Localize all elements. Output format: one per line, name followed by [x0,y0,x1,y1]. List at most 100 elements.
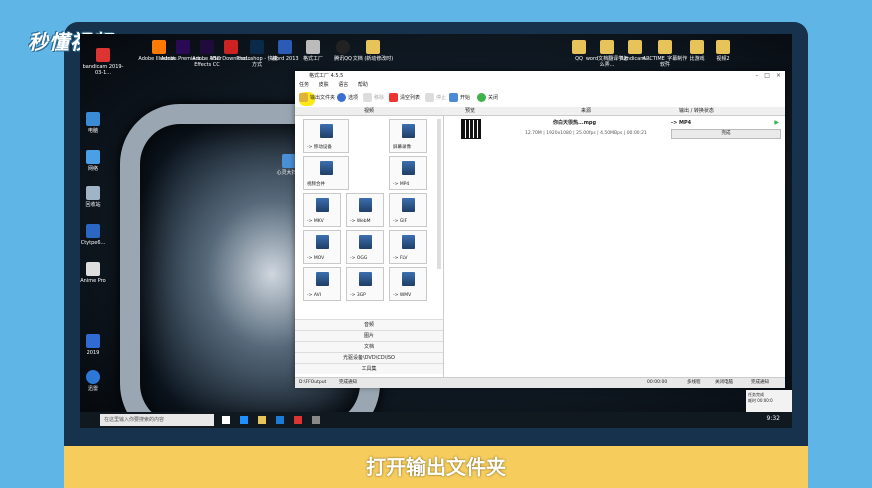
tile-avi[interactable]: -> AVI [303,267,341,301]
tile-merge[interactable]: 视频合并 [303,156,349,190]
store-icon[interactable] [276,416,284,424]
taskbar: 在这里输入你要搜索的内容 9:32 [80,412,792,428]
task-row[interactable]: 你白天很热...mpg 12.70M | 1920x1080 | 25.00fp… [443,117,785,143]
video-file-icon [282,154,296,168]
format-factory-task-icon[interactable] [312,416,320,424]
category-disc[interactable]: 光驱设备\DVD\CD\ISO [295,352,443,363]
explorer-icon[interactable] [258,416,266,424]
desktop-icon-ctype[interactable]: Ctytpe6... [80,224,116,246]
notify-checkbox[interactable]: 完成通知 [339,378,357,388]
avi-icon [316,272,329,286]
task-list-panel: 预览 来源 输出 / 转换状态 你白天很热...mpg 12.70M | 192… [443,107,785,377]
desktop-icon-network[interactable]: 网络 [80,150,116,172]
menu-language[interactable]: 语言 [338,82,348,88]
mobile-device-icon [320,124,333,138]
file-meta: 12.70M | 1920x1080 | 25.00fps | 4.50MBps… [525,131,647,136]
format-factory-icon [306,40,320,54]
tile-webm[interactable]: -> WebM [346,193,384,227]
remove-icon [363,93,372,102]
3gp-icon [359,272,372,286]
clock[interactable]: 9:32 [767,415,780,422]
stop-icon [425,93,434,102]
desktop-icon-anime[interactable]: Anime Pro [80,262,116,284]
stop-button[interactable]: 停止 [425,92,446,104]
output-path[interactable]: D:\FFOutput [299,378,326,388]
tile-mp4[interactable]: -> MP4 [389,156,427,190]
menu-skin[interactable]: 皮肤 [319,82,329,88]
play-icon[interactable]: ▶ [774,119,779,126]
folder-icon [299,93,308,102]
menu-task[interactable]: 任务 [299,82,309,88]
desktop-icon-r5[interactable]: 视频2 [700,40,746,62]
multithread-checkbox[interactable]: 多线程 [687,378,701,388]
status-completed: 完成 [671,129,781,139]
app-icon [86,224,100,238]
options-button[interactable]: 选项 [337,92,358,104]
start-icon [449,93,458,102]
desktop-icon-thunder[interactable]: 迅雷 [80,370,116,392]
film-strip-icon [461,119,481,139]
remove-button[interactable]: 移除 [363,92,384,104]
window-controls: – □ × [749,71,781,81]
window-title-bar: 格式工厂 4.5.5 – □ × [295,71,785,81]
menu-help[interactable]: 帮助 [358,82,368,88]
flv-icon [402,235,415,249]
tile-gif[interactable]: -> GIF [389,193,427,227]
close-button[interactable]: × [776,72,781,79]
desktop-icon-bandicam[interactable]: bandicam 2019-03-1... [80,48,126,76]
thunder-icon [86,370,100,384]
webm-icon [359,198,372,212]
shutdown-icon [477,93,486,102]
edge-icon[interactable] [240,416,248,424]
record-icon [402,124,415,138]
tile-3gp[interactable]: -> 3GP [346,267,384,301]
output-folder-button[interactable]: 输出文件夹 [299,92,335,106]
folder-icon [716,40,730,54]
desktop-icon-2019[interactable]: 2019 [80,334,116,356]
bandicam-icon [96,48,110,62]
minimize-button[interactable]: – [755,72,758,79]
clear-list-button[interactable]: 清空列表 [389,92,420,104]
category-image[interactable]: 图片 [295,330,443,341]
qq-icon [336,40,350,54]
tile-ogg[interactable]: -> OGG [346,230,384,264]
desktop-screen: bandicam 2019-03-1... 电脑 网络 回收站 Ctytpe6.… [80,34,792,428]
wmv-icon [402,272,415,286]
shutdown-after-checkbox[interactable]: 关闭电脑 [715,378,733,388]
column-output: 输出 / 转换状态 [679,108,714,114]
mkv-icon [316,198,329,212]
tile-mov[interactable]: -> MOV [303,230,341,264]
category-document[interactable]: 文档 [295,341,443,352]
category-tools[interactable]: 工具集 [295,363,443,374]
task-list-header: 预览 来源 输出 / 转换状态 [443,107,785,116]
mp4-icon [402,161,415,175]
maximize-button[interactable]: □ [764,72,770,79]
status-bar: D:\FFOutput 完成通知 00:00:00 多线程 关闭电脑 完成通知 [295,377,785,388]
notification-toast[interactable]: 任务完成 耗时 00:00:0 [746,390,792,412]
folder-icon [628,40,642,54]
merge-icon [320,161,333,175]
tile-flv[interactable]: -> FLV [389,230,427,264]
vs-icon [86,334,100,348]
tile-mobile[interactable]: -> 移动设备 [303,119,349,153]
start-button[interactable]: 开始 [449,92,470,104]
category-audio[interactable]: 音频 [295,319,443,330]
shutdown-button[interactable]: 关闭 [477,92,498,104]
options-icon [337,93,346,102]
complete-notify-checkbox[interactable]: 完成通知 [751,378,769,388]
desktop-icon-recycle[interactable]: 回收站 [80,186,116,208]
desktop-icon-docs[interactable]: 文档 (新动修改时) [350,40,396,62]
tile-scrollbar[interactable] [437,119,441,269]
bandicam-task-icon[interactable] [294,416,302,424]
taskbar-search-input[interactable]: 在这里输入你要搜索的内容 [100,414,214,426]
task-view-icon[interactable] [222,416,230,424]
format-factory-window: 格式工厂 4.5.5 – □ × 任务 皮肤 语言 帮助 输出文件夹 选项 移除 清… [295,71,785,388]
column-source: 来源 [581,108,592,114]
tile-mkv[interactable]: -> MKV [303,193,341,227]
computer-icon [86,112,100,126]
desktop-icon-computer[interactable]: 电脑 [80,112,116,134]
video-category-header[interactable]: 视频 [295,107,443,116]
window-title: 格式工厂 4.5.5 [309,73,344,79]
tile-wmv[interactable]: -> WMV [389,267,427,301]
tile-screen-record[interactable]: 屏幕录像 [389,119,427,153]
